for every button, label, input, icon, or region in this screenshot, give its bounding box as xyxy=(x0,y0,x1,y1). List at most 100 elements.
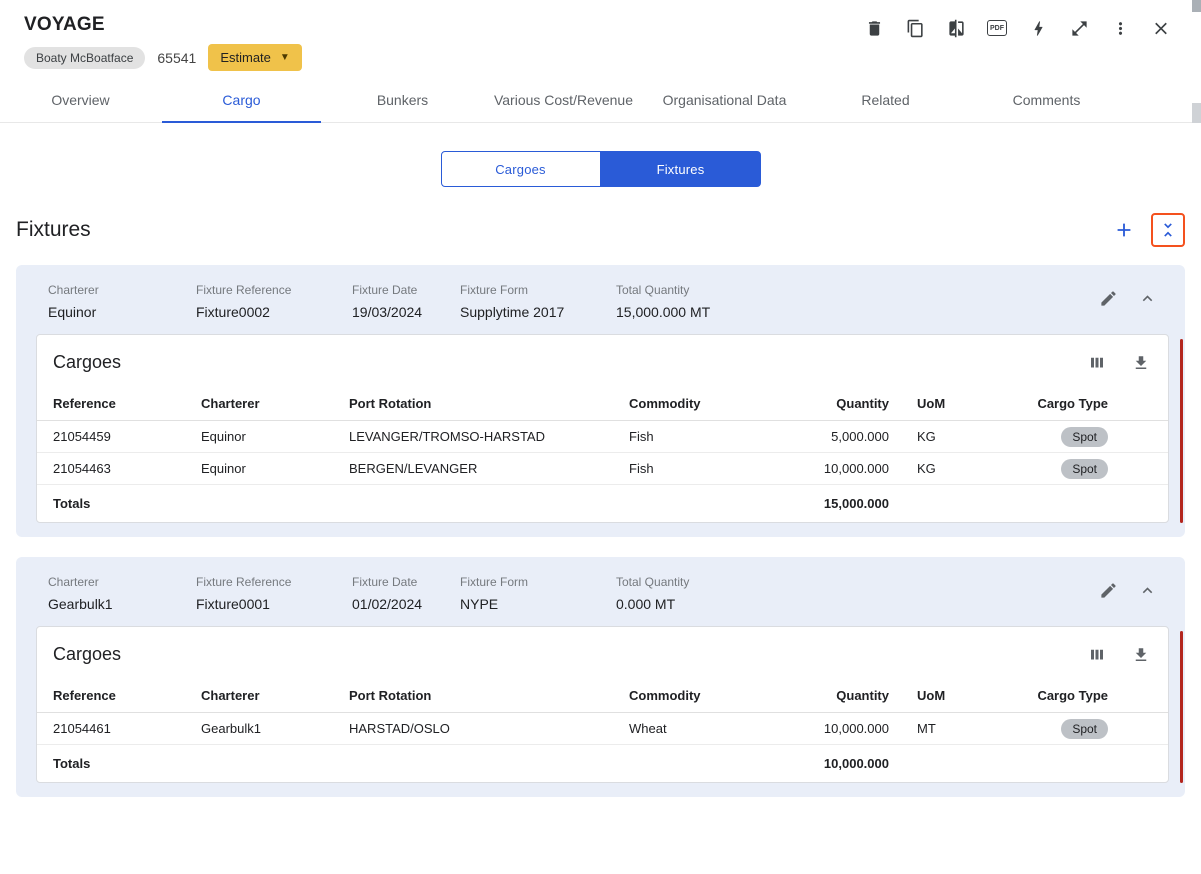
field-label: Fixture Form xyxy=(460,283,616,297)
cargo-row[interactable]: 21054463 Equinor BERGEN/LEVANGER Fish 10… xyxy=(37,453,1168,485)
estimate-label: Estimate xyxy=(220,50,271,65)
validation-error-bar xyxy=(1180,631,1183,783)
col-uom: UoM xyxy=(889,688,969,703)
cell-charterer: Equinor xyxy=(201,461,349,476)
cell-charterer: Gearbulk1 xyxy=(201,721,349,736)
totals-row: Totals 15,000.000 xyxy=(37,485,1168,522)
tab-comments[interactable]: Comments xyxy=(966,79,1127,122)
fixture-field-date: Fixture Date 01/02/2024 xyxy=(352,575,460,612)
totals-label: Totals xyxy=(53,756,201,771)
cell-port-rotation: LEVANGER/TROMSO-HARSTAD xyxy=(349,429,629,444)
col-commodity: Commodity xyxy=(629,396,789,411)
cargo-row[interactable]: 21054459 Equinor LEVANGER/TROMSO-HARSTAD… xyxy=(37,421,1168,453)
cell-reference: 21054461 xyxy=(53,721,201,736)
fixture-field-charterer: Charterer Equinor xyxy=(48,283,196,320)
fixtures-section-header: Fixtures xyxy=(0,187,1201,265)
cell-quantity: 10,000.000 xyxy=(789,721,889,736)
field-value: Fixture0002 xyxy=(196,304,352,320)
fixture-card: Charterer Equinor Fixture Reference Fixt… xyxy=(16,265,1185,537)
tab-bunkers[interactable]: Bunkers xyxy=(322,79,483,122)
col-reference: Reference xyxy=(53,688,201,703)
header-toolbar: PDF xyxy=(864,18,1171,38)
tab-related[interactable]: Related xyxy=(805,79,966,122)
fixture-summary: Charterer Equinor Fixture Reference Fixt… xyxy=(36,279,1169,334)
col-charterer: Charterer xyxy=(201,396,349,411)
fullscreen-icon[interactable] xyxy=(1069,18,1089,38)
duplicate-icon[interactable] xyxy=(905,18,925,38)
col-uom: UoM xyxy=(889,396,969,411)
cell-cargo-type: Spot xyxy=(969,427,1152,447)
cargoes-title: Cargoes xyxy=(53,644,121,665)
fixture-card: Charterer Gearbulk1 Fixture Reference Fi… xyxy=(16,557,1185,797)
field-value: Equinor xyxy=(48,304,196,320)
fixture-field-date: Fixture Date 19/03/2024 xyxy=(352,283,460,320)
field-value: Fixture0001 xyxy=(196,596,352,612)
field-value: 15,000.000 MT xyxy=(616,304,1099,320)
bolt-icon[interactable] xyxy=(1028,18,1048,38)
collapse-all-button[interactable] xyxy=(1151,213,1185,247)
scrollbar xyxy=(1192,0,1201,874)
col-quantity: Quantity xyxy=(789,396,889,411)
cell-charterer: Equinor xyxy=(201,429,349,444)
cell-commodity: Wheat xyxy=(629,721,789,736)
column-settings-icon[interactable] xyxy=(1088,646,1106,664)
fixture-field-reference: Fixture Reference Fixture0001 xyxy=(196,575,352,612)
cell-port-rotation: HARSTAD/OSLO xyxy=(349,721,629,736)
field-label: Fixture Date xyxy=(352,283,460,297)
fixture-summary: Charterer Gearbulk1 Fixture Reference Fi… xyxy=(36,571,1169,626)
edit-fixture-button[interactable] xyxy=(1099,581,1118,600)
cargoes-title: Cargoes xyxy=(53,352,121,373)
fixture-field-form: Fixture Form Supplytime 2017 xyxy=(460,283,616,320)
toggle-fixtures[interactable]: Fixtures xyxy=(601,151,761,187)
tab-overview[interactable]: Overview xyxy=(0,79,161,122)
tab-organisational-data[interactable]: Organisational Data xyxy=(644,79,805,122)
fixture-field-form: Fixture Form NYPE xyxy=(460,575,616,612)
tab-various-cost-revenue[interactable]: Various Cost/Revenue xyxy=(483,79,644,122)
add-fixture-button[interactable] xyxy=(1109,215,1139,245)
pdf-export-icon[interactable]: PDF xyxy=(987,18,1007,38)
caret-down-icon: ▼ xyxy=(280,52,290,63)
field-label: Fixture Reference xyxy=(196,283,352,297)
field-value: Gearbulk1 xyxy=(48,596,196,612)
cargo-type-chip: Spot xyxy=(1061,427,1108,447)
close-icon[interactable] xyxy=(1151,18,1171,38)
column-settings-icon[interactable] xyxy=(1088,354,1106,372)
pencil-icon xyxy=(1099,289,1118,308)
field-label: Total Quantity xyxy=(616,283,1099,297)
compare-icon[interactable] xyxy=(946,18,966,38)
field-label: Charterer xyxy=(48,575,196,589)
field-label: Fixture Date xyxy=(352,575,460,589)
field-label: Total Quantity xyxy=(616,575,1099,589)
chevron-up-icon xyxy=(1138,289,1157,308)
fixture-field-reference: Fixture Reference Fixture0002 xyxy=(196,283,352,320)
totals-quantity: 15,000.000 xyxy=(789,496,889,511)
delete-icon[interactable] xyxy=(864,18,884,38)
cargo-type-chip: Spot xyxy=(1061,459,1108,479)
voyage-id: 65541 xyxy=(157,50,196,66)
cell-cargo-type: Spot xyxy=(969,459,1152,479)
download-icon[interactable] xyxy=(1132,354,1150,372)
estimate-dropdown-button[interactable]: Estimate ▼ xyxy=(208,44,301,71)
scrollbar-thumb[interactable] xyxy=(1192,0,1201,12)
totals-quantity: 10,000.000 xyxy=(789,756,889,771)
kebab-menu-icon[interactable] xyxy=(1110,18,1130,38)
pencil-icon xyxy=(1099,581,1118,600)
download-icon[interactable] xyxy=(1132,646,1150,664)
cargo-row[interactable]: 21054461 Gearbulk1 HARSTAD/OSLO Wheat 10… xyxy=(37,713,1168,745)
chevron-up-icon xyxy=(1138,581,1157,600)
collapse-fixture-button[interactable] xyxy=(1138,289,1157,308)
app-header: VOYAGE PDF xyxy=(0,0,1201,71)
totals-label: Totals xyxy=(53,496,201,511)
cell-quantity: 10,000.000 xyxy=(789,461,889,476)
tab-cargo[interactable]: Cargo xyxy=(161,79,322,122)
collapse-fixture-button[interactable] xyxy=(1138,581,1157,600)
field-value: NYPE xyxy=(460,596,616,612)
col-port-rotation: Port Rotation xyxy=(349,688,629,703)
edit-fixture-button[interactable] xyxy=(1099,289,1118,308)
cargo-table-header: Reference Charterer Port Rotation Commod… xyxy=(37,386,1168,421)
vessel-chip: Boaty McBoatface xyxy=(24,47,145,69)
toggle-cargoes[interactable]: Cargoes xyxy=(441,151,601,187)
cell-reference: 21054463 xyxy=(53,461,201,476)
scrollbar-thumb[interactable] xyxy=(1192,103,1201,123)
col-commodity: Commodity xyxy=(629,688,789,703)
